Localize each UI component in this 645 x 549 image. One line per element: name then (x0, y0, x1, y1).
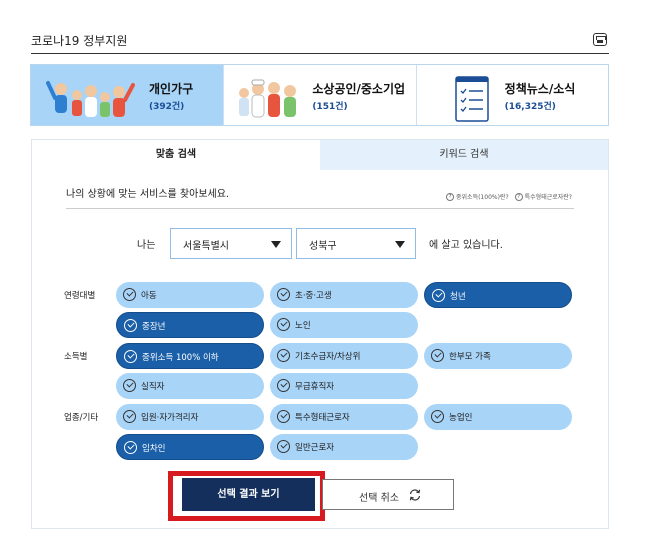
filter-option-label: 한부모 가족 (449, 352, 491, 362)
check-icon (277, 410, 290, 423)
help-median-income[interactable]: ? 중위소득(100%)란? (446, 192, 509, 201)
page-header: 코로나19 정부지원 (31, 30, 609, 54)
check-icon (124, 350, 137, 363)
dropdown-arrow-icon (395, 241, 405, 248)
divider (66, 208, 574, 209)
filter-option-median-income[interactable]: 중위소득 100% 이하 (116, 343, 264, 369)
check-icon (432, 289, 445, 302)
filter-option-label: 초·중·고생 (295, 291, 332, 301)
page-title: 코로나19 정부지원 (31, 34, 128, 48)
print-icon[interactable] (593, 33, 607, 46)
view-results-button[interactable]: 선택 결과 보기 (182, 478, 315, 511)
search-tabs: 맞춤 검색 키워드 검색 (32, 140, 608, 170)
filter-option-single-parent[interactable]: 한부모 가족 (424, 343, 572, 369)
filter-option-label: 실직자 (141, 382, 165, 392)
filter-option-label: 아동 (141, 291, 157, 301)
check-icon (123, 379, 136, 392)
category-count: (151건) (312, 102, 348, 112)
search-intro: 나의 상황에 맞는 서비스를 찾아보세요. (66, 189, 230, 200)
cancel-selection-button[interactable]: 선택 취소 (322, 479, 454, 510)
category-tabs: 개인가구 (392건) 소상공인/중소기업 (151건) 정책뉴스/소식 (16… (30, 64, 609, 126)
check-icon (123, 410, 136, 423)
city-select[interactable]: 서울특별시 (170, 228, 292, 259)
check-icon (277, 288, 290, 301)
check-icon (124, 441, 137, 454)
category-name: 개인가구 (149, 82, 194, 96)
filter-option-general-worker[interactable]: 일반근로자 (270, 434, 418, 460)
filter-option-farmer[interactable]: 농업인 (424, 404, 572, 430)
check-icon (277, 318, 290, 331)
category-policy-news[interactable]: 정책뉴스/소식 (16,325건) (415, 65, 608, 125)
category-personal[interactable]: 개인가구 (392건) (31, 65, 224, 125)
check-icon (431, 410, 444, 423)
filter-option-student[interactable]: 초·중·고생 (270, 282, 418, 308)
filter-option-child[interactable]: 아동 (116, 282, 264, 308)
check-icon (277, 440, 290, 453)
filter-option-label: 기초수급자/차상위 (295, 352, 361, 362)
search-panel: 맞춤 검색 키워드 검색 나의 상황에 맞는 서비스를 찾아보세요. ? 중위소… (31, 139, 609, 529)
filter-option-label: 특수형태근로자 (295, 413, 350, 423)
filter-option-special-worker[interactable]: 특수형태근로자 (270, 404, 418, 430)
filter-option-label: 농업인 (449, 413, 473, 423)
location-prefix: 나는 (137, 240, 156, 251)
district-select[interactable]: 성북구 (296, 228, 416, 259)
filter-option-quarantined[interactable]: 입원·자가격리자 (116, 404, 264, 430)
filter-option-label: 중위소득 100% 이하 (142, 353, 219, 363)
checklist-icon (454, 76, 489, 122)
category-count: (16,325건) (504, 102, 556, 112)
tab-keyword-search[interactable]: 키워드 검색 (320, 140, 608, 170)
category-count: (392건) (149, 102, 185, 112)
filter-option-label: 일반근로자 (295, 443, 335, 453)
city-value: 서울특별시 (183, 241, 229, 252)
tab-custom-search[interactable]: 맞춤 검색 (32, 140, 320, 170)
filter-option-unemployed[interactable]: 실직자 (116, 373, 264, 399)
check-icon (431, 349, 444, 362)
filter-option-senior[interactable]: 노인 (270, 312, 418, 338)
people-illustration-icon (46, 81, 135, 117)
district-value: 성북구 (309, 241, 337, 252)
category-small-business[interactable]: 소상공인/중소기업 (151건) (223, 65, 416, 125)
category-name: 정책뉴스/소식 (504, 82, 576, 96)
filter-option-unpaid-leave[interactable]: 무급휴직자 (270, 373, 418, 399)
question-icon: ? (446, 192, 455, 201)
dropdown-arrow-icon (271, 241, 281, 248)
filter-option-basic-recipient[interactable]: 기초수급자/차상위 (270, 343, 418, 369)
question-icon: ? (514, 192, 523, 201)
workers-illustration-icon (239, 79, 297, 118)
filter-option-middle-aged[interactable]: 중장년 (116, 312, 264, 338)
refresh-icon (409, 489, 421, 501)
cancel-selection-label: 선택 취소 (359, 493, 399, 504)
filter-option-label: 임차인 (142, 444, 166, 454)
help-link-label: 중위소득(100%)란? (456, 194, 509, 201)
filter-option-label: 입원·자가격리자 (141, 413, 199, 423)
filter-option-label: 중장년 (142, 322, 166, 332)
check-icon (277, 379, 290, 392)
filter-label-age: 연령대별 (64, 291, 96, 301)
location-suffix: 에 살고 있습니다. (429, 240, 503, 251)
check-icon (277, 349, 290, 362)
help-link-label: 특수형태근로자란? (524, 194, 572, 201)
filter-label-job: 업종/기타 (64, 413, 99, 423)
filter-option-label: 무급휴직자 (295, 382, 335, 392)
check-icon (123, 288, 136, 301)
filter-option-label: 청년 (450, 292, 466, 302)
help-special-worker[interactable]: ? 특수형태근로자란? (514, 192, 572, 201)
filter-option-tenant[interactable]: 임차인 (116, 434, 264, 460)
filter-label-income: 소득별 (64, 352, 88, 362)
help-links: ? 중위소득(100%)란? ? 특수형태근로자란? (446, 192, 572, 201)
filter-option-label: 노인 (295, 321, 311, 331)
filter-option-youth[interactable]: 청년 (424, 282, 572, 308)
category-name: 소상공인/중소기업 (312, 82, 406, 96)
check-icon (124, 319, 137, 332)
